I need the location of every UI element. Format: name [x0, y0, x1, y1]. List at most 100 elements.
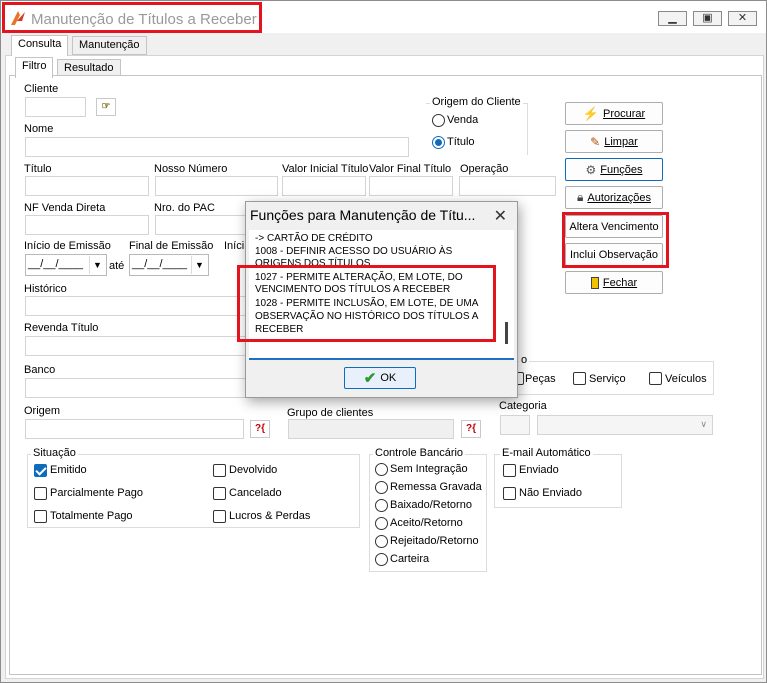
- enviado-label: Enviado: [519, 464, 559, 476]
- lucros-perdas-label: Lucros & Perdas: [229, 510, 311, 522]
- origem-cliente-title: Origem do Cliente: [430, 96, 523, 108]
- cancelado-label: Cancelado: [229, 487, 282, 499]
- categoria-code-input[interactable]: [500, 415, 530, 435]
- historico-label: Histórico: [24, 283, 67, 295]
- fechar-label: Fechar: [602, 276, 638, 289]
- categoria-select[interactable]: ∨: [537, 415, 713, 435]
- aceito-retorno-label: Aceito/Retorno: [390, 517, 463, 529]
- grupo-clientes-input[interactable]: [288, 419, 454, 439]
- devolvido-label: Devolvido: [229, 464, 278, 476]
- title-highlight: [2, 2, 262, 33]
- radio-carteira[interactable]: [375, 553, 388, 566]
- chevron-down-icon[interactable]: ▼: [191, 256, 207, 274]
- revenda-input[interactable]: [25, 336, 255, 356]
- checkbox-veiculos[interactable]: [649, 372, 662, 385]
- cliente-label: Cliente: [24, 83, 59, 95]
- door-icon: [590, 276, 599, 289]
- radio-titulo[interactable]: [432, 136, 445, 149]
- valor-final-input[interactable]: [369, 176, 453, 196]
- checkbox-nao-enviado[interactable]: [503, 487, 516, 500]
- radio-baixado-retorno[interactable]: [375, 499, 388, 512]
- nf-venda-label: NF Venda Direta: [24, 202, 106, 214]
- ok-label: OK: [380, 372, 397, 384]
- broom-icon: ✎: [590, 134, 601, 149]
- final-emissao-value: __/__/____: [132, 258, 188, 270]
- close-icon[interactable]: ✕: [494, 206, 507, 226]
- checkbox-devolvido[interactable]: [213, 464, 226, 477]
- inicio-emissao-label: Início de Emissão: [24, 240, 111, 252]
- checkbox-enviado[interactable]: [503, 464, 516, 477]
- origem-label: Origem: [24, 405, 61, 417]
- origem-lookup-icon[interactable]: ?{: [250, 420, 270, 438]
- checkbox-lucros-perdas[interactable]: [213, 510, 226, 523]
- final-emissao-date[interactable]: __/__/____ ▼: [129, 254, 209, 276]
- titulo-input[interactable]: [25, 176, 149, 196]
- procurar-button[interactable]: ⚡ Procurar: [565, 102, 663, 125]
- banco-label: Banco: [24, 364, 56, 376]
- valor-inicial-input[interactable]: [282, 176, 366, 196]
- checkbox-servico[interactable]: [573, 372, 586, 385]
- email-title: E-mail Automático: [500, 447, 593, 459]
- dialog-line: 1008 - DEFINIR ACESSO DO USUÁRIO ÀS: [255, 246, 453, 257]
- grupo-lookup-icon[interactable]: ?{: [461, 420, 481, 438]
- inicio-emissao-value: __/__/____: [28, 258, 84, 270]
- final-emissao-label: Final de Emissão: [129, 240, 214, 252]
- categoria-label: Categoria: [499, 400, 547, 412]
- titulo-label: Título: [24, 163, 52, 175]
- controle-bancario-title: Controle Bancário: [373, 447, 466, 459]
- nosso-numero-input[interactable]: [155, 176, 278, 196]
- nosso-numero-label: Nosso Número: [154, 163, 228, 175]
- cliente-input[interactable]: [25, 97, 86, 117]
- checkbox-totalmente-pago[interactable]: [34, 510, 47, 523]
- situacao-title: Situação: [31, 447, 78, 459]
- servico-label: Serviço: [589, 373, 626, 385]
- nro-pac-label: Nro. do PAC: [154, 202, 215, 214]
- lightning-icon: ⚡: [582, 105, 599, 121]
- nf-venda-input[interactable]: [25, 215, 149, 235]
- checkbox-parcialmente-pago[interactable]: [34, 487, 47, 500]
- nro-pac-input[interactable]: [155, 215, 247, 235]
- cliente-search-icon[interactable]: ☞: [96, 98, 116, 116]
- nao-enviado-label: Não Enviado: [519, 487, 582, 499]
- veiculos-label: Veículos: [665, 373, 707, 385]
- scrollbar-thumb[interactable]: [505, 322, 508, 344]
- tab-consulta[interactable]: Consulta: [11, 35, 69, 56]
- totalmente-pago-label: Totalmente Pago: [50, 510, 133, 522]
- radio-sem-integracao[interactable]: [375, 463, 388, 476]
- operacao-input[interactable]: [459, 176, 556, 196]
- autorizacoes-button[interactable]: 🔒︎ Autorizações: [565, 186, 663, 209]
- funcoes-button[interactable]: ⚙ Funções: [565, 158, 663, 181]
- close-button[interactable]: ✕: [728, 11, 757, 26]
- historico-input[interactable]: [25, 296, 255, 316]
- radio-remessa-gravada[interactable]: [375, 481, 388, 494]
- lock-icon: 🔒︎: [577, 190, 584, 204]
- radio-titulo-label: Título: [447, 136, 475, 148]
- origem-input[interactable]: [25, 419, 244, 439]
- checkbox-cancelado[interactable]: [213, 487, 226, 500]
- chevron-down-icon: ∨: [700, 419, 707, 429]
- dialog-title: Funções para Manutenção de Títu...: [250, 207, 476, 223]
- radio-venda[interactable]: [432, 114, 445, 127]
- inicio-trunc-label: Iníci: [224, 240, 245, 252]
- limpar-button[interactable]: ✎ Limpar: [565, 130, 663, 153]
- procurar-label: Procurar: [603, 107, 646, 120]
- minimize-button[interactable]: ▁: [658, 11, 687, 26]
- fechar-button[interactable]: Fechar: [565, 271, 663, 294]
- ok-button[interactable]: ✔ OK: [344, 367, 416, 389]
- banco-input[interactable]: [25, 378, 255, 398]
- valor-final-label: Valor Final Título: [369, 163, 452, 175]
- operacao-label: Operação: [460, 163, 509, 175]
- radio-rejeitado-retorno[interactable]: [375, 535, 388, 548]
- tab-filtro[interactable]: Filtro: [15, 57, 54, 78]
- chevron-down-icon[interactable]: ▼: [89, 256, 105, 274]
- grupo-clientes-label: Grupo de clientes: [287, 407, 374, 419]
- inicio-emissao-date[interactable]: __/__/____ ▼: [25, 254, 107, 276]
- tab-manutencao[interactable]: Manutenção: [72, 36, 147, 55]
- checkbox-emitido[interactable]: [34, 464, 47, 477]
- dialog-line: -> CARTÃO DE CRÉDITO: [255, 233, 373, 244]
- funcoes-label: Funções: [600, 163, 643, 176]
- restore-button[interactable]: ▣: [693, 11, 722, 26]
- nome-input[interactable]: [25, 137, 409, 157]
- radio-aceito-retorno[interactable]: [375, 517, 388, 530]
- limpar-label: Limpar: [604, 135, 638, 148]
